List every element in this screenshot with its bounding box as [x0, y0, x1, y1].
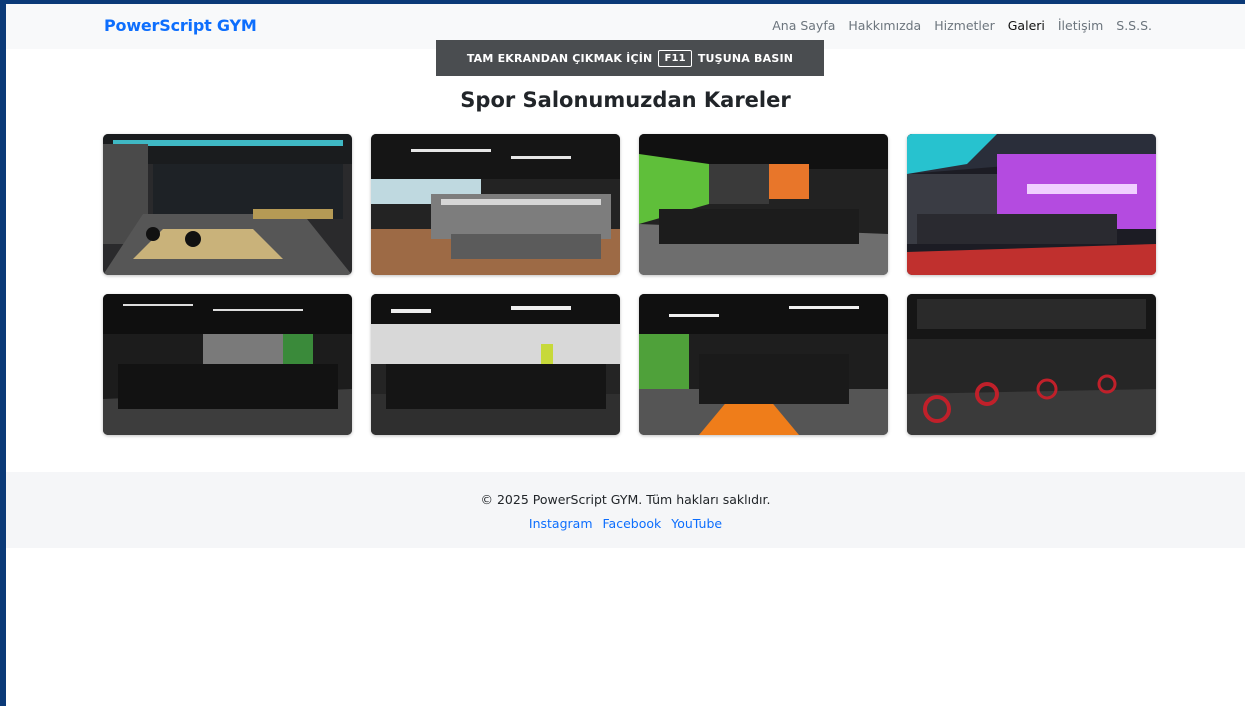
- social-links: Instagram Facebook YouTube: [6, 516, 1245, 531]
- nav-link-hakkimizda[interactable]: Hakkımızda: [848, 18, 921, 33]
- gym-photo-image: [103, 134, 352, 275]
- gallery-grid: [103, 134, 1158, 435]
- f11-key: F11: [658, 49, 692, 67]
- fullscreen-exit-banner: TAM EKRANDAN ÇIKMAK İÇİN F11 TUŞUNA BASI…: [436, 40, 824, 76]
- gallery-photo[interactable]: [103, 134, 352, 275]
- nav-link-hizmetler[interactable]: Hizmetler: [934, 18, 995, 33]
- gym-photo-image: [103, 294, 352, 435]
- nav-link-iletisim[interactable]: İletişim: [1058, 18, 1103, 33]
- browser-page: PowerScript GYM Ana Sayfa Hakkımızda Hiz…: [6, 4, 1245, 706]
- copyright-text: © 2025 PowerScript GYM. Tüm hakları sakl…: [480, 492, 771, 507]
- gallery-photo[interactable]: [907, 134, 1156, 275]
- gallery-photo[interactable]: [371, 134, 620, 275]
- gallery-photo[interactable]: [639, 294, 888, 435]
- nav-link-sss[interactable]: S.S.S.: [1116, 18, 1152, 33]
- gallery-photo[interactable]: [371, 294, 620, 435]
- gallery-photo[interactable]: [639, 134, 888, 275]
- gym-photo-image: [371, 294, 620, 435]
- facebook-link[interactable]: Facebook: [603, 516, 662, 531]
- nav-link-ana-sayfa[interactable]: Ana Sayfa: [772, 18, 835, 33]
- gym-photo-image: [639, 134, 888, 275]
- instagram-link[interactable]: Instagram: [529, 516, 593, 531]
- gym-photo-image: [907, 134, 1156, 275]
- gym-photo-image: [371, 134, 620, 275]
- gym-photo-image: [639, 294, 888, 435]
- banner-text-after: TUŞUNA BASIN: [697, 51, 794, 65]
- banner-text-before: TAM EKRANDAN ÇIKMAK İÇİN: [466, 51, 653, 65]
- gallery-photo[interactable]: [103, 294, 352, 435]
- footer: © 2025 PowerScript GYM. Tüm hakları sakl…: [6, 472, 1245, 548]
- brand-logo[interactable]: PowerScript GYM: [104, 16, 257, 35]
- youtube-link[interactable]: YouTube: [671, 516, 722, 531]
- gallery-photo[interactable]: [907, 294, 1156, 435]
- gym-photo-image: [907, 294, 1156, 435]
- nav-links: Ana Sayfa Hakkımızda Hizmetler Galeri İl…: [772, 18, 1152, 33]
- gallery-title: Spor Salonumuzdan Kareler: [460, 88, 791, 112]
- nav-link-galeri[interactable]: Galeri: [1008, 18, 1045, 33]
